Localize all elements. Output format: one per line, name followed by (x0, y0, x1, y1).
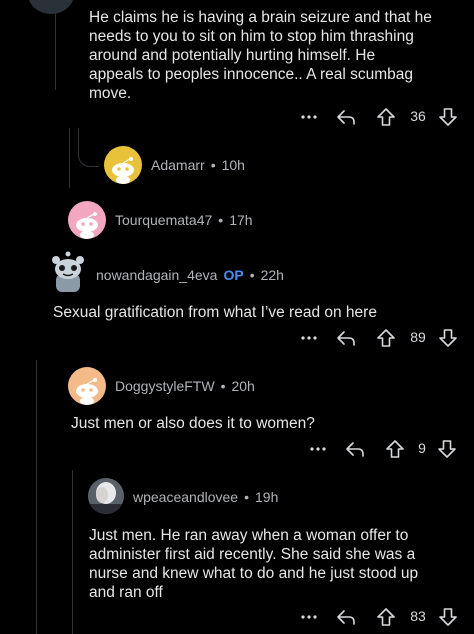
upvote-button[interactable] (373, 326, 399, 350)
comment-line: and ran off (89, 584, 163, 601)
timestamp: 22h (260, 267, 284, 283)
timestamp: 20h (231, 378, 255, 394)
username[interactable]: DoggystyleFTW (115, 378, 215, 394)
comment-actions: 83 (0, 605, 474, 629)
reply-icon (337, 610, 355, 625)
avatar[interactable] (28, 0, 74, 14)
avatar[interactable] (88, 478, 124, 514)
comment-line: appeals to peoples innocence.. A real sc… (89, 66, 414, 83)
more-options-button[interactable] (296, 326, 322, 350)
vote-count: 36 (410, 108, 426, 124)
separator: • (244, 489, 249, 505)
snoo-avatar-icon (76, 378, 98, 405)
more-options-button[interactable] (305, 437, 331, 461)
upvote-button[interactable] (373, 105, 399, 129)
comment-meta: Adamarr • 10h (151, 157, 245, 173)
reply-button[interactable] (333, 105, 359, 129)
snoo-avatar-icon (112, 157, 134, 184)
comment-body: Just men or also does it to women? (71, 414, 461, 433)
comment-line: around and potentially hurting himself. … (89, 47, 376, 64)
reply-icon (346, 442, 364, 457)
thread-line (36, 360, 37, 634)
upvote-icon (377, 108, 395, 126)
downvote-button[interactable] (435, 326, 461, 350)
comment-line: needs to you to sit on him to stop him t… (89, 28, 414, 45)
profile-photo-icon (88, 478, 124, 514)
upvote-button[interactable] (382, 437, 408, 461)
op-badge: OP (223, 267, 244, 283)
reply-button[interactable] (342, 437, 368, 461)
comment-meta: wpeaceandlovee • 19h (133, 489, 278, 505)
downvote-button[interactable] (435, 605, 461, 629)
comment-meta: Tourquemata47 • 17h (115, 212, 253, 228)
snoo-avatar-icon (52, 251, 84, 292)
comment-meta: nowandagain_4eva OP • 22h (96, 267, 284, 283)
more-options-icon (301, 336, 317, 340)
avatar[interactable] (68, 201, 106, 239)
avatar[interactable] (48, 250, 88, 294)
reply-button[interactable] (333, 326, 359, 350)
more-options-icon (310, 447, 326, 451)
upvote-icon (377, 329, 395, 347)
separator: • (249, 267, 255, 283)
downvote-icon (438, 440, 456, 458)
upvote-button[interactable] (373, 605, 399, 629)
downvote-button[interactable] (435, 105, 461, 129)
comment-body: Sexual gratification from what I’ve read… (53, 303, 463, 322)
comment-line: move. (89, 85, 132, 102)
more-options-icon (301, 115, 317, 119)
username[interactable]: Tourquemata47 (115, 212, 212, 228)
more-options-button[interactable] (296, 605, 322, 629)
more-options-button[interactable] (296, 105, 322, 129)
reply-button[interactable] (333, 605, 359, 629)
username[interactable]: wpeaceandlovee (133, 489, 238, 505)
upvote-icon (386, 440, 404, 458)
comment-actions: 36 (0, 105, 474, 129)
vote-count: 89 (410, 329, 426, 345)
comment-actions: 89 (0, 326, 474, 350)
username[interactable]: nowandagain_4eva (96, 267, 217, 283)
snoo-avatar-icon (76, 212, 98, 239)
comment-line: Just men. He ran away when a woman offer… (89, 527, 409, 544)
vote-count: 83 (410, 608, 426, 624)
separator: • (220, 378, 226, 394)
vote-count: 9 (418, 440, 426, 456)
comment-line: administer first aid recently. She said … (89, 546, 416, 563)
downvote-button[interactable] (434, 437, 460, 461)
reply-icon (337, 110, 355, 125)
downvote-icon (439, 329, 457, 347)
comment-line: He claims he is having a brain seizure a… (89, 9, 432, 26)
comment-body: He claims he is having a brain seizure a… (89, 8, 469, 103)
downvote-icon (439, 108, 457, 126)
thread-line (78, 128, 99, 167)
comment-meta: DoggystyleFTW • 20h (115, 378, 255, 394)
comment-line: nurse and knew what to do and he just st… (89, 565, 419, 582)
avatar[interactable] (68, 367, 106, 405)
username[interactable]: Adamarr (151, 157, 205, 173)
comment-line: Just men or also does it to women? (71, 415, 315, 432)
separator: • (210, 157, 216, 173)
comment-body: Just men. He ran away when a woman offer… (89, 526, 469, 602)
comment-actions: 9 (0, 437, 474, 461)
timestamp: 17h (229, 212, 253, 228)
timestamp: 10h (221, 157, 245, 173)
comment-line: Sexual gratification from what I’ve read… (53, 304, 377, 321)
reply-icon (337, 331, 355, 346)
more-options-icon (301, 615, 317, 619)
upvote-icon (377, 608, 395, 626)
downvote-icon (439, 608, 457, 626)
thread-line (69, 128, 70, 188)
timestamp: 19h (255, 489, 279, 505)
separator: • (218, 212, 224, 228)
avatar[interactable] (104, 146, 142, 184)
